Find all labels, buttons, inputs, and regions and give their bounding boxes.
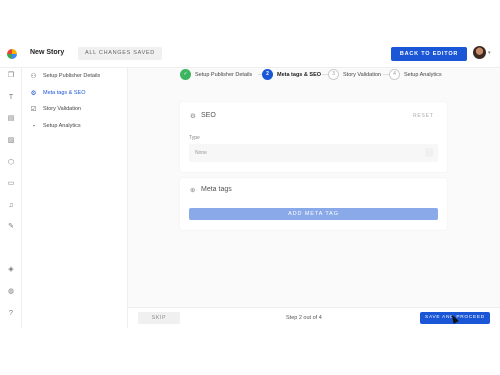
- gear-icon: ⚙: [190, 113, 196, 120]
- seo-card: ⚙ SEO RESET Type None: [180, 102, 447, 172]
- copy-icon[interactable]: ❐: [7, 72, 15, 80]
- skip-button[interactable]: SKIP: [138, 312, 180, 324]
- media-icon[interactable]: ▭: [7, 180, 15, 188]
- step-meta-seo[interactable]: 2 Meta tags & SEO: [262, 69, 321, 80]
- pen-icon[interactable]: ✎: [7, 223, 15, 231]
- step-number: 2: [262, 69, 273, 80]
- audio-icon[interactable]: ♫: [7, 202, 15, 210]
- steps-sidebar: ⚇ Setup Publisher Details ⚙ Meta tags & …: [22, 68, 128, 328]
- chevron-down-icon: [425, 148, 433, 157]
- sidebar-item-label: Meta tags & SEO: [43, 90, 86, 96]
- type-select[interactable]: None: [189, 144, 438, 162]
- chart-icon: ◔: [31, 122, 36, 130]
- save-status-badge: ALL CHANGES SAVED: [78, 47, 162, 60]
- sidebar-item-label: Setup Analytics: [43, 123, 81, 129]
- step-publisher-details[interactable]: ✓ Setup Publisher Details: [180, 69, 252, 80]
- app-logo-icon[interactable]: [7, 49, 17, 59]
- step-number: 3: [328, 69, 339, 80]
- text-icon[interactable]: T: [7, 94, 15, 102]
- chevron-down-icon[interactable]: ▾: [488, 50, 491, 56]
- type-label: Type: [189, 135, 200, 141]
- story-title: New Story: [30, 49, 65, 56]
- step-label: Setup Publisher Details: [195, 71, 253, 78]
- reset-button[interactable]: RESET: [413, 113, 434, 119]
- globe-icon[interactable]: ◍: [7, 288, 15, 296]
- step-label: Meta tags & SEO: [277, 71, 322, 78]
- sidebar-item-analytics[interactable]: ◔ Setup Analytics: [30, 121, 81, 131]
- sidebar-item-meta-seo[interactable]: ⚙ Meta tags & SEO: [30, 88, 86, 98]
- plus-circle-icon: ⊕: [190, 187, 196, 194]
- sidebar-item-publisher-details[interactable]: ⚇ Setup Publisher Details: [30, 71, 101, 81]
- step-story-validation[interactable]: 3 Story Validation: [328, 69, 381, 80]
- step-setup-analytics[interactable]: 4 Setup Analytics: [389, 69, 442, 80]
- back-to-editor-button[interactable]: BACK TO EDITOR: [391, 47, 467, 61]
- checkbox-icon: ☑: [30, 106, 37, 113]
- avatar[interactable]: [473, 46, 486, 59]
- help-icon[interactable]: ?: [7, 310, 15, 318]
- step-number: 4: [389, 69, 400, 80]
- step-label: Setup Analytics: [404, 71, 442, 78]
- step-label: Story Validation: [343, 71, 382, 78]
- footer-bar: SKIP Step 2 out of 4 SAVE AND PROCEED: [128, 307, 500, 328]
- gear-icon: ⚙: [30, 90, 37, 97]
- shape-icon[interactable]: ⬡: [7, 159, 15, 167]
- add-meta-tag-button[interactable]: ADD META TAG: [189, 208, 438, 220]
- tool-rail: ❐ T ▤ ▨ ⬡ ▭ ♫ ✎ ◈ ◍ ?: [0, 68, 22, 328]
- image-icon[interactable]: ▨: [7, 137, 15, 145]
- seo-title: SEO: [201, 112, 216, 119]
- sidebar-item-label: Story Validation: [43, 106, 82, 112]
- top-bar: New Story ALL CHANGES SAVED BACK TO EDIT…: [0, 40, 500, 68]
- meta-tags-title: Meta tags: [201, 186, 232, 193]
- step-count: Step 2 out of 4: [286, 315, 322, 321]
- meta-tags-card: ⊕ Meta tags ADD META TAG: [180, 178, 447, 230]
- check-icon: ✓: [180, 69, 191, 80]
- layout-icon[interactable]: ▤: [7, 115, 15, 123]
- sidebar-item-label: Setup Publisher Details: [43, 73, 101, 79]
- sidebar-item-story-validation[interactable]: ☑ Story Validation: [30, 104, 82, 114]
- layers-icon[interactable]: ◈: [7, 266, 15, 274]
- type-select-value: None: [195, 150, 207, 156]
- user-icon: ⚇: [30, 73, 37, 80]
